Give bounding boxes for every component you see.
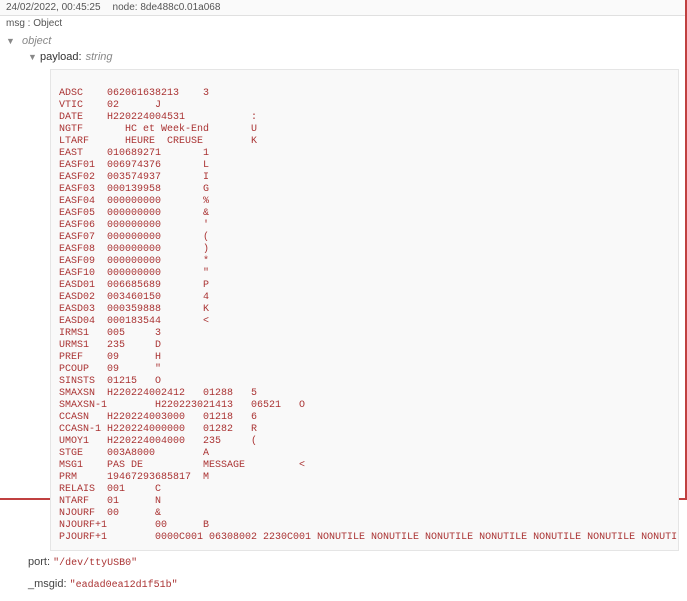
timestamp: 24/02/2022, 00:45:25 <box>6 2 101 13</box>
port-key: port: <box>28 556 50 568</box>
node-id: 8de488c0.01a068 <box>140 2 220 13</box>
msgid-value: "eadad0ea12d1f51b" <box>70 580 178 591</box>
tree-root-row[interactable]: ▼ object <box>6 33 679 49</box>
msg-type-line: msg : Object <box>0 16 685 31</box>
port-row[interactable]: port: "/dev/ttyUSB0" <box>28 553 679 573</box>
caret-down-icon[interactable]: ▼ <box>6 33 16 49</box>
port-value: "/dev/ttyUSB0" <box>53 558 137 569</box>
payload-type: string <box>86 49 113 65</box>
payload-content: ADSC 062061638213 3 VTIC 02 J DATE H2202… <box>50 69 679 551</box>
payload-key: payload: <box>40 49 82 65</box>
msgid-row[interactable]: _msgid: "eadad0ea12d1f51b" <box>28 575 679 595</box>
debug-header: 24/02/2022, 00:45:25 node: 8de488c0.01a0… <box>0 0 685 16</box>
payload-row[interactable]: ▼ payload: string <box>28 49 679 65</box>
object-tree: ▼ object ▼ payload: string ADSC 06206163… <box>0 31 685 601</box>
tree-root-label: object <box>22 33 51 49</box>
node-label: node: 8de488c0.01a068 <box>113 2 221 13</box>
msgid-key: _msgid: <box>28 578 67 590</box>
caret-down-icon[interactable]: ▼ <box>28 49 38 65</box>
